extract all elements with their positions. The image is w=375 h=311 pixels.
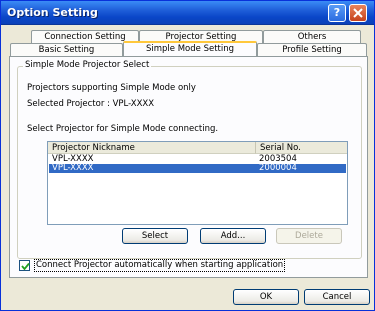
add-button[interactable]: Add...	[200, 228, 266, 244]
list-item-selected[interactable]: VPL-XXXX 2000004	[49, 164, 346, 173]
title-bar[interactable]: Option Setting ?	[1, 1, 374, 25]
checkmark-icon	[21, 262, 30, 271]
window-title: Option Setting	[7, 6, 98, 19]
select-button[interactable]: Select	[122, 228, 188, 244]
cancel-button[interactable]: Cancel	[304, 289, 370, 305]
column-header-nickname[interactable]: Projector Nickname	[48, 142, 256, 154]
option-setting-window: Option Setting ? Connection Setting Proj…	[0, 0, 375, 311]
projector-list[interactable]: Projector Nickname Serial No. VPL-XXXX 2…	[47, 141, 348, 225]
tab-profile-setting[interactable]: Profile Setting	[257, 43, 367, 56]
row-nickname: VPL-XXXX	[52, 163, 94, 173]
column-header-serial[interactable]: Serial No.	[256, 142, 347, 154]
help-button[interactable]: ?	[328, 4, 346, 22]
tab-others[interactable]: Others	[263, 30, 361, 43]
tab-basic-setting[interactable]: Basic Setting	[10, 43, 123, 56]
auto-connect-checkbox[interactable]	[19, 260, 30, 271]
ok-button[interactable]: OK	[233, 289, 299, 305]
list-item[interactable]: VPL-XXXX 2003504	[49, 155, 346, 164]
group-label: Simple Mode Projector Select	[23, 60, 152, 70]
selected-projector-text: Selected Projector : VPL-XXXX	[27, 99, 155, 109]
close-icon	[353, 8, 363, 18]
instruction-text: Select Projector for Simple Mode connect…	[27, 124, 219, 134]
delete-button[interactable]: Delete	[276, 228, 342, 244]
row-serial: 2000004	[259, 163, 297, 173]
close-button[interactable]	[349, 4, 367, 22]
auto-connect-label[interactable]: Connect Projector automatically when sta…	[34, 259, 286, 272]
supporting-text: Projectors supporting Simple Mode only	[27, 83, 196, 93]
tab-simple-mode-setting[interactable]: Simple Mode Setting	[123, 41, 257, 56]
